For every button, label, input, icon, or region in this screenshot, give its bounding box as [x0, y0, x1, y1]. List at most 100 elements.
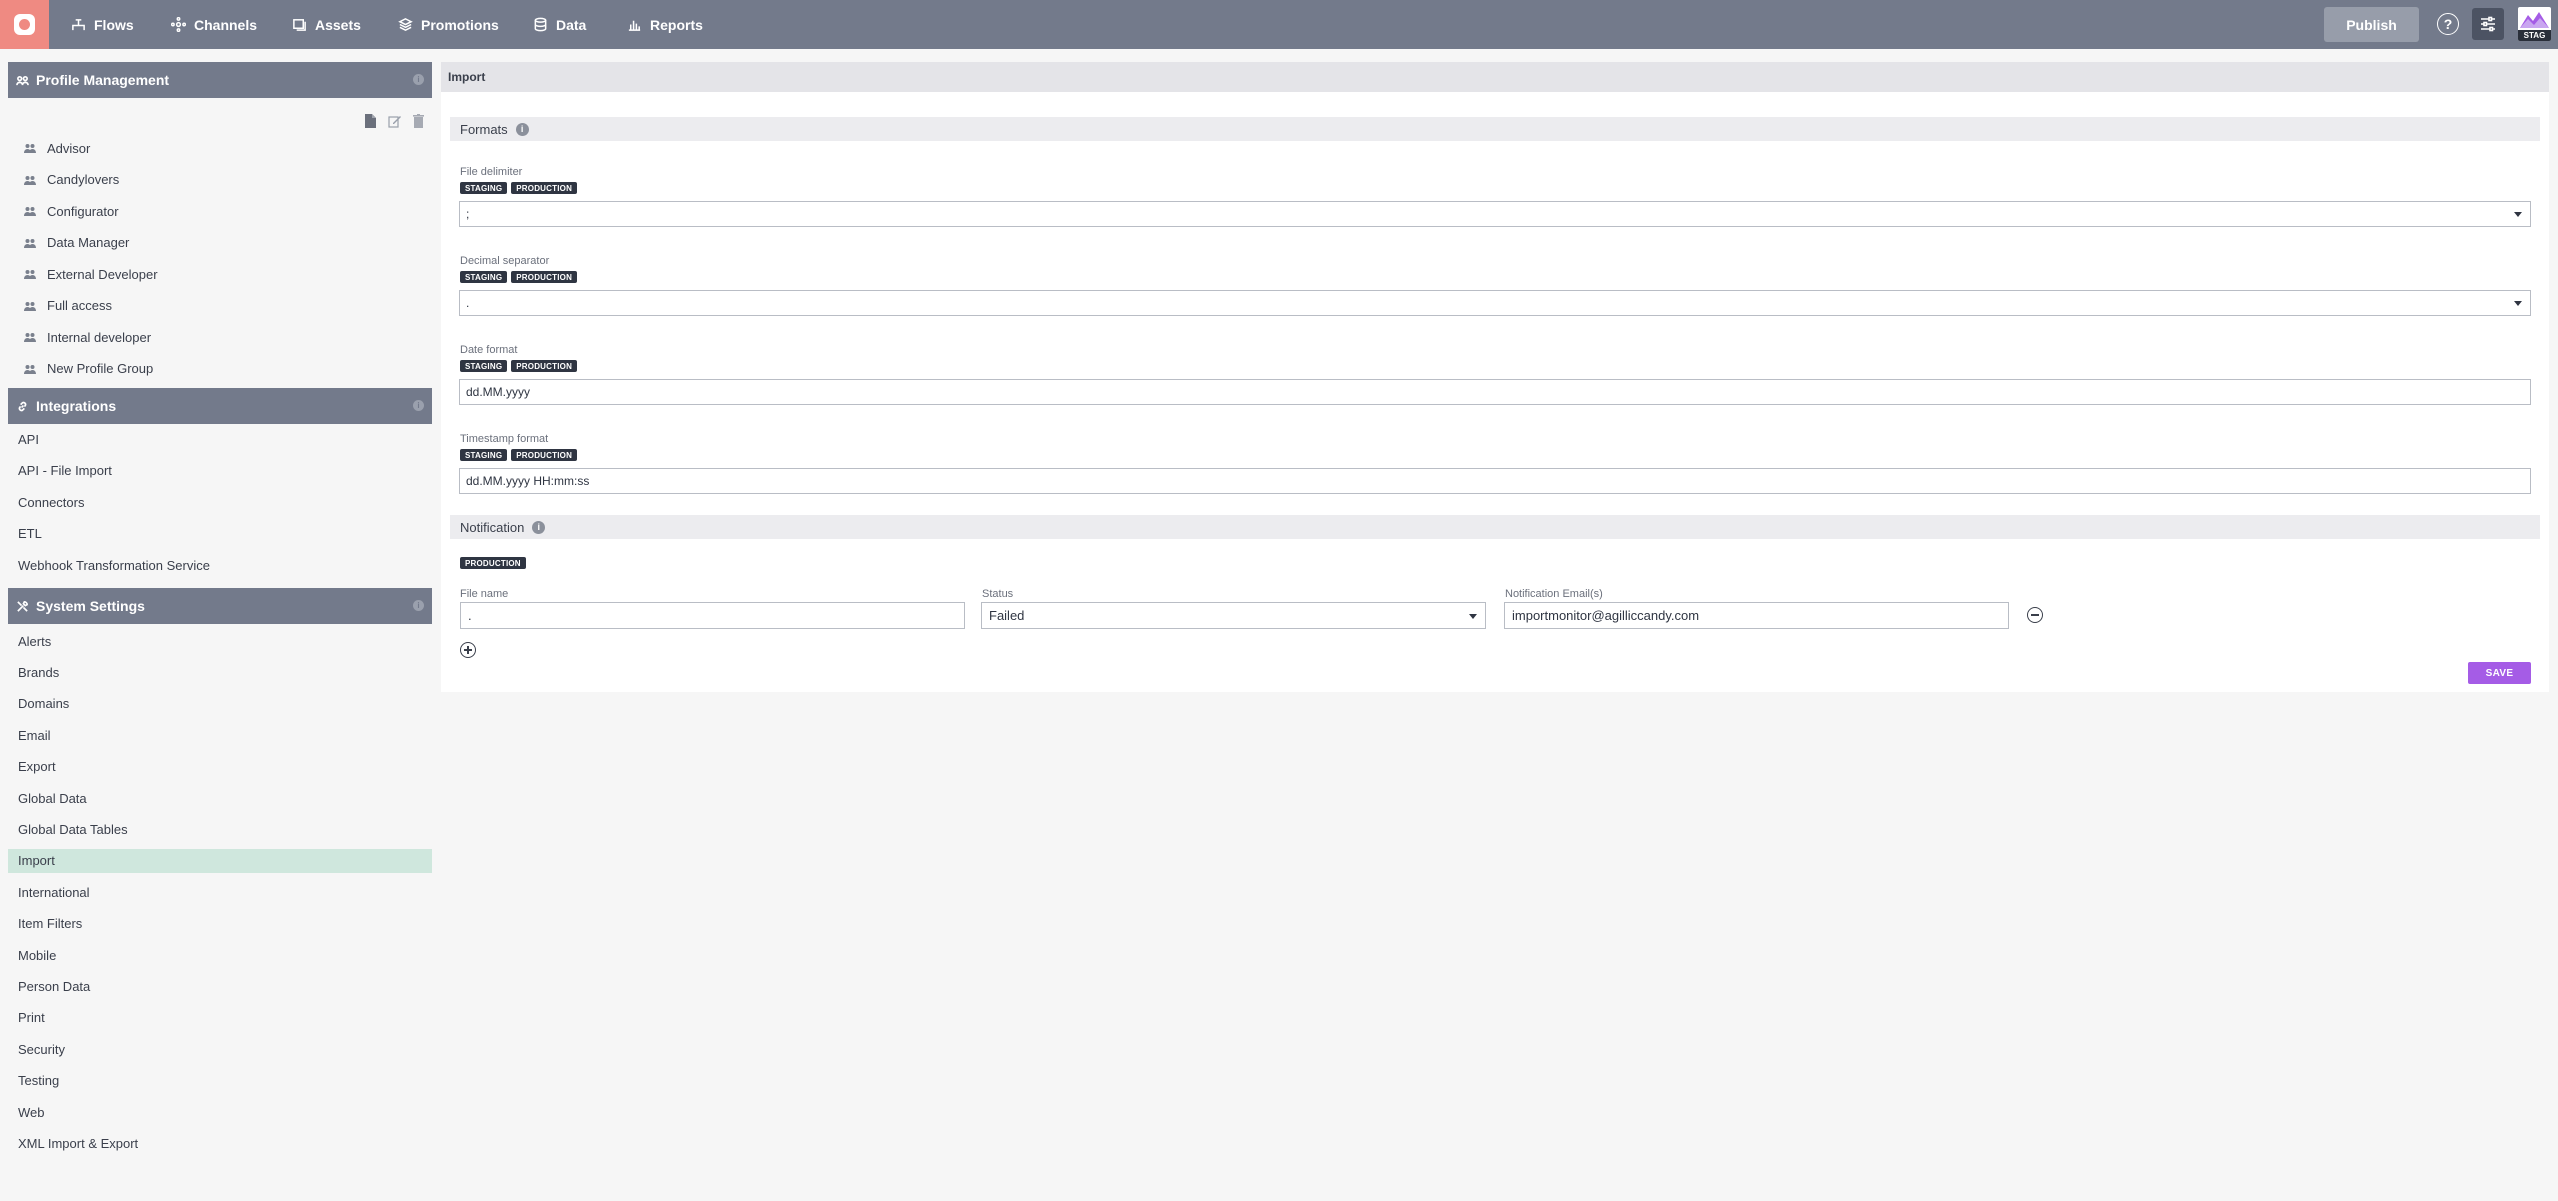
nav-channels[interactable]: Channels — [170, 0, 257, 49]
profile-group-label: Candylovers — [47, 172, 120, 187]
info-icon[interactable]: i — [532, 520, 546, 534]
profile-group-item[interactable]: Configurator — [24, 201, 119, 221]
system-settings-item[interactable]: Email — [8, 723, 432, 747]
system-settings-item[interactable]: Import — [8, 848, 432, 873]
system-settings-item[interactable]: Global Data Tables — [8, 817, 432, 841]
promotions-icon — [397, 17, 413, 33]
format-select[interactable]: ; — [459, 201, 2531, 227]
system-settings-item[interactable]: Person Data — [8, 974, 432, 998]
publish-button[interactable]: Publish — [2324, 7, 2419, 42]
staging-tag: STAGING — [460, 449, 508, 461]
format-field-value: ; — [466, 207, 470, 221]
system-settings-item[interactable]: International — [8, 880, 432, 904]
environment-badge[interactable]: STAG — [2518, 7, 2551, 41]
chevron-down-icon — [2514, 301, 2522, 306]
group-icon — [24, 238, 36, 248]
status-select[interactable]: Failed — [981, 602, 1486, 629]
file-name-value: . — [468, 608, 472, 623]
top-navigation-bar: Flows Channels Assets Promotions Data Re… — [0, 0, 2558, 49]
status-value: Failed — [989, 608, 1025, 623]
production-tag: PRODUCTION — [511, 360, 578, 372]
chevron-down-icon — [1469, 614, 1477, 619]
help-icon[interactable]: ? — [2437, 13, 2459, 35]
file-name-input[interactable]: . — [460, 602, 965, 629]
format-select[interactable]: . — [459, 290, 2531, 316]
notification-emails-label: Notification Email(s) — [1505, 588, 1603, 600]
format-input[interactable]: dd.MM.yyyy — [459, 379, 2531, 405]
nav-reports[interactable]: Reports — [626, 0, 703, 49]
system-settings-item[interactable]: Global Data — [8, 786, 432, 810]
sliders-icon — [2481, 16, 2495, 32]
integration-item[interactable]: API - File Import — [8, 459, 432, 483]
format-input[interactable]: dd.MM.yyyy HH:mm:ss — [459, 468, 2531, 494]
info-icon[interactable]: i — [413, 74, 424, 85]
channels-icon — [170, 17, 186, 33]
nav-flows-label: Flows — [94, 16, 134, 33]
system-settings-item[interactable]: Mobile — [8, 943, 432, 967]
nav-promotions[interactable]: Promotions — [397, 0, 499, 49]
settings-button[interactable] — [2472, 8, 2504, 40]
remove-row-icon[interactable] — [2027, 607, 2043, 623]
format-field-label: File delimiter — [460, 166, 523, 178]
system-settings-item[interactable]: Web — [8, 1100, 432, 1124]
integration-item[interactable]: API — [8, 427, 432, 451]
edit-icon[interactable] — [386, 113, 402, 129]
integration-item[interactable]: Webhook Transformation Service — [8, 553, 432, 577]
system-settings-item[interactable]: Alerts — [8, 629, 432, 653]
system-settings-item[interactable]: Testing — [8, 1069, 432, 1093]
profile-group-item[interactable]: New Profile Group — [24, 359, 153, 379]
system-settings-item[interactable]: Item Filters — [8, 912, 432, 936]
system-settings-item[interactable]: Brands — [8, 660, 432, 684]
profile-group-item[interactable]: Advisor — [24, 138, 90, 158]
section-header-profile-management[interactable]: Profile Management i — [8, 62, 432, 98]
environment-tags: STAGING PRODUCTION — [460, 449, 578, 461]
section-header-integrations[interactable]: Integrations i — [8, 388, 432, 424]
system-settings-item[interactable]: Export — [8, 755, 432, 779]
nav-assets[interactable]: Assets — [291, 0, 361, 49]
info-icon[interactable]: i — [515, 122, 529, 136]
format-field-label: Decimal separator — [460, 255, 550, 267]
format-field-label: Timestamp format — [460, 433, 549, 445]
system-settings-item[interactable]: Security — [8, 1037, 432, 1061]
save-button[interactable]: SAVE — [2468, 662, 2531, 684]
profile-group-item[interactable]: Candylovers — [24, 170, 119, 190]
integration-item[interactable]: ETL — [8, 522, 432, 546]
chevron-down-icon — [2514, 212, 2522, 217]
flows-icon — [70, 17, 86, 33]
group-icon — [24, 175, 36, 185]
production-tag: PRODUCTION — [511, 271, 578, 283]
formats-group-header: Formats i — [450, 117, 2540, 141]
staging-tag: STAGING — [460, 271, 508, 283]
nav-promotions-label: Promotions — [421, 16, 499, 33]
delete-icon[interactable] — [410, 113, 426, 129]
app-logo[interactable] — [0, 0, 49, 49]
profile-group-item[interactable]: Internal developer — [24, 327, 151, 347]
notification-emails-value: importmonitor@agilliccandy.com — [1512, 608, 1700, 623]
group-icon — [24, 301, 36, 311]
section-header-system-settings[interactable]: System Settings i — [8, 588, 432, 624]
profile-group-item[interactable]: External Developer — [24, 264, 158, 284]
system-settings-item[interactable]: XML Import & Export — [8, 1131, 432, 1155]
notification-emails-input[interactable]: importmonitor@agilliccandy.com — [1504, 602, 2009, 629]
info-icon[interactable]: i — [413, 600, 424, 611]
profile-group-item[interactable]: Data Manager — [24, 233, 129, 253]
system-settings-item[interactable]: Print — [8, 1006, 432, 1030]
add-row-icon[interactable] — [460, 642, 476, 658]
format-field-label: Date format — [460, 344, 518, 356]
nav-data-label: Data — [556, 16, 587, 33]
environment-tags: STAGING PRODUCTION — [460, 182, 578, 194]
notification-title: Notification — [460, 519, 525, 535]
info-icon[interactable]: i — [413, 400, 424, 411]
nav-flows[interactable]: Flows — [70, 0, 134, 49]
integration-item[interactable]: Connectors — [8, 490, 432, 514]
profile-group-item[interactable]: Full access — [24, 296, 112, 316]
status-label: Status — [982, 588, 1014, 600]
nav-reports-label: Reports — [650, 16, 703, 33]
new-document-icon[interactable] — [362, 113, 378, 129]
nav-data[interactable]: Data — [532, 0, 586, 49]
group-icon — [24, 332, 36, 342]
system-settings-item[interactable]: Domains — [8, 692, 432, 716]
profile-group-label: External Developer — [47, 266, 158, 282]
group-icon — [24, 269, 36, 279]
tools-icon — [14, 598, 30, 614]
